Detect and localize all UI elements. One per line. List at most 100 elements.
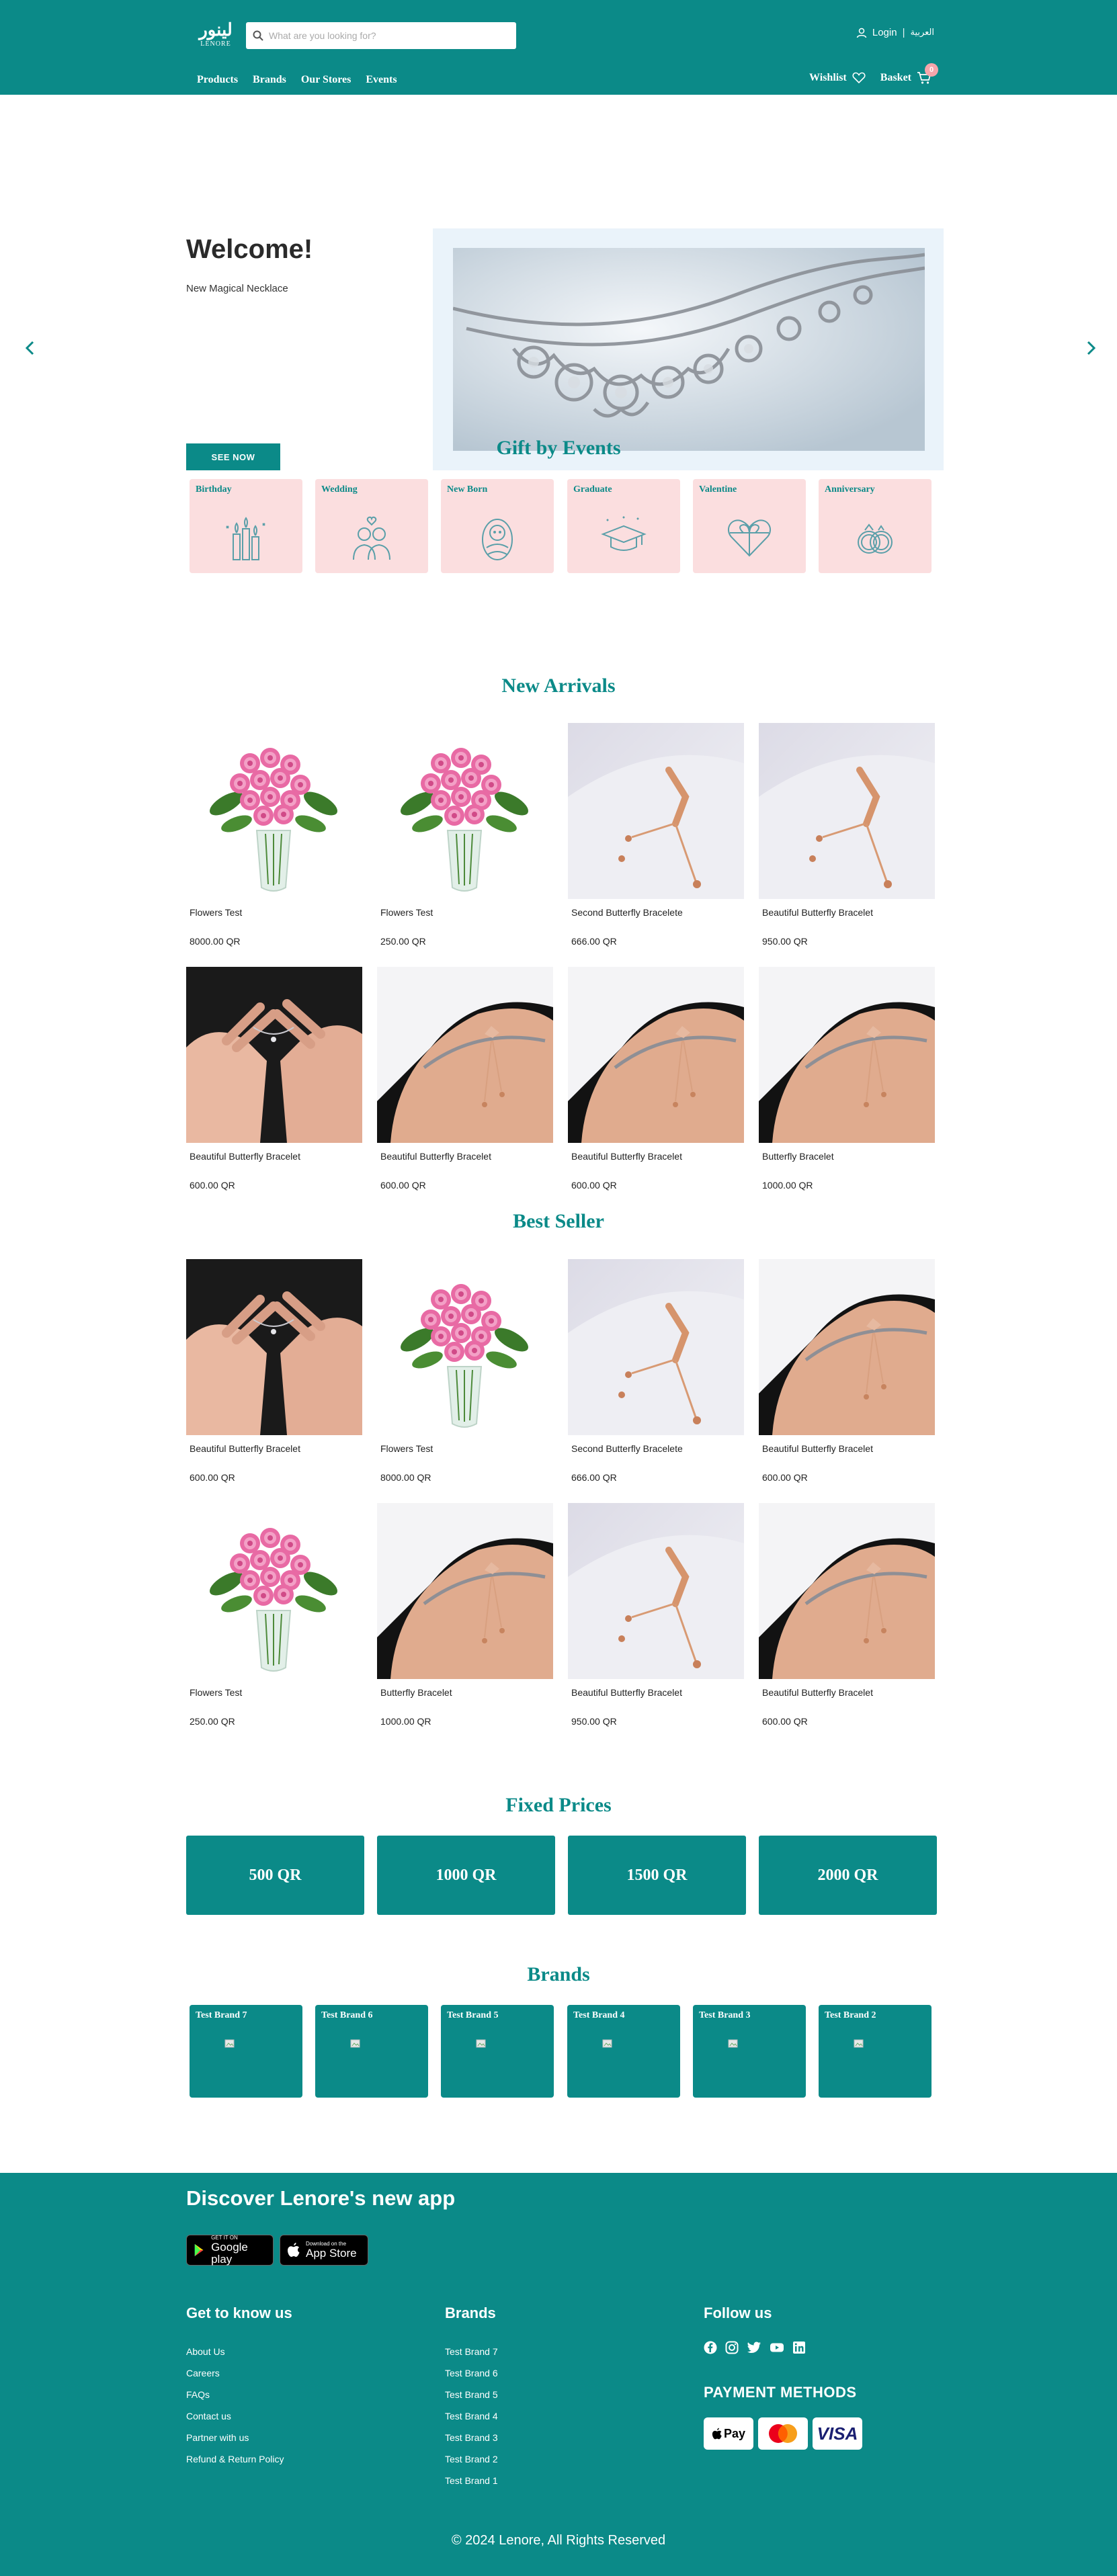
fixed-price-500[interactable]: 500 QR: [186, 1836, 364, 1915]
product-name[interactable]: Butterfly Bracelet: [380, 1687, 553, 1698]
app-store-badge[interactable]: Download on the App Store: [280, 2235, 368, 2266]
brand-card[interactable]: Test Brand 6: [315, 2005, 428, 2098]
product-card[interactable]: Beautiful Butterfly Bracelet 600.00 QR: [186, 1259, 362, 1483]
footer-brand-link[interactable]: Test Brand 6: [445, 2368, 498, 2378]
product-image[interactable]: [186, 723, 362, 899]
fixed-price-1500[interactable]: 1500 QR: [568, 1836, 746, 1915]
product-name[interactable]: Second Butterfly Bracelete: [571, 907, 744, 918]
brand-card[interactable]: Test Brand 7: [190, 2005, 302, 2098]
footer-brand-link[interactable]: Test Brand 7: [445, 2346, 498, 2357]
product-image[interactable]: [759, 1259, 935, 1435]
product-card[interactable]: Flowers Test 8000.00 QR: [186, 723, 362, 947]
search-input[interactable]: [269, 30, 511, 41]
product-card[interactable]: Flowers Test 250.00 QR: [186, 1503, 362, 1727]
event-label: Wedding: [321, 484, 358, 495]
footer-link-faqs[interactable]: FAQs: [186, 2389, 210, 2400]
footer-brand-link[interactable]: Test Brand 1: [445, 2475, 498, 2486]
product-card[interactable]: Butterfly Bracelet 1000.00 QR: [759, 967, 935, 1191]
product-name[interactable]: Flowers Test: [380, 907, 553, 918]
product-image[interactable]: [377, 967, 553, 1143]
event-valentine[interactable]: Valentine: [693, 479, 806, 573]
product-card[interactable]: Second Butterfly Bracelete 666.00 QR: [568, 1259, 744, 1483]
product-image[interactable]: [377, 1503, 553, 1679]
product-image[interactable]: [377, 1259, 553, 1435]
footer-brand-links: Test Brand 7 Test Brand 6 Test Brand 5 T…: [445, 2341, 498, 2491]
wishlist-link[interactable]: Wishlist: [809, 72, 866, 84]
linkedin-icon[interactable]: [792, 2341, 806, 2354]
event-anniversary[interactable]: Anniversary: [819, 479, 932, 573]
product-card[interactable]: Beautiful Butterfly Bracelet 600.00 QR: [377, 967, 553, 1191]
product-name[interactable]: Flowers Test: [190, 1687, 362, 1698]
product-image[interactable]: [568, 1503, 744, 1679]
footer-link-about[interactable]: About Us: [186, 2346, 225, 2357]
product-name[interactable]: Flowers Test: [380, 1443, 553, 1454]
product-card[interactable]: Second Butterfly Bracelete 666.00 QR: [568, 723, 744, 947]
product-name[interactable]: Second Butterfly Bracelete: [571, 1443, 744, 1454]
carousel-next-arrow[interactable]: [1081, 338, 1101, 358]
event-birthday[interactable]: Birthday: [190, 479, 302, 573]
product-name[interactable]: Beautiful Butterfly Bracelet: [762, 907, 935, 918]
product-card[interactable]: Beautiful Butterfly Bracelet 600.00 QR: [759, 1503, 935, 1727]
brand-card[interactable]: Test Brand 3: [693, 2005, 806, 2098]
product-image[interactable]: [759, 1503, 935, 1679]
footer-link-partner[interactable]: Partner with us: [186, 2432, 249, 2443]
product-name[interactable]: Beautiful Butterfly Bracelet: [762, 1687, 935, 1698]
product-name[interactable]: Flowers Test: [190, 907, 362, 918]
footer-link-careers[interactable]: Careers: [186, 2368, 220, 2378]
language-switch[interactable]: العربية: [910, 28, 934, 38]
event-wedding[interactable]: Wedding: [315, 479, 428, 573]
product-card[interactable]: Beautiful Butterfly Bracelet 600.00 QR: [568, 967, 744, 1191]
product-card[interactable]: Flowers Test 8000.00 QR: [377, 1259, 553, 1483]
footer-brand-link[interactable]: Test Brand 3: [445, 2432, 498, 2443]
product-image[interactable]: [186, 1259, 362, 1435]
brand-card[interactable]: Test Brand 4: [567, 2005, 680, 2098]
hero-necklace-image[interactable]: [453, 248, 925, 451]
product-image[interactable]: [377, 723, 553, 899]
product-image[interactable]: [186, 967, 362, 1143]
youtube-icon[interactable]: [770, 2341, 784, 2354]
carousel-prev-arrow[interactable]: [20, 338, 40, 358]
product-name[interactable]: Beautiful Butterfly Bracelet: [190, 1151, 362, 1162]
product-card[interactable]: Beautiful Butterfly Bracelet 600.00 QR: [759, 1259, 935, 1483]
event-new-born[interactable]: New Born: [441, 479, 554, 573]
facebook-icon[interactable]: [704, 2341, 717, 2354]
site-logo[interactable]: لينور LENORE: [196, 20, 235, 48]
product-name[interactable]: Beautiful Butterfly Bracelet: [762, 1443, 935, 1454]
nav-brands[interactable]: Brands: [253, 74, 286, 86]
footer-link-contact[interactable]: Contact us: [186, 2411, 231, 2421]
product-image[interactable]: [759, 967, 935, 1143]
nav-events[interactable]: Events: [366, 74, 397, 86]
login-link[interactable]: Login: [872, 27, 897, 38]
product-card[interactable]: Butterfly Bracelet 1000.00 QR: [377, 1503, 553, 1727]
footer-brand-link[interactable]: Test Brand 2: [445, 2454, 498, 2464]
event-graduate[interactable]: Graduate: [567, 479, 680, 573]
product-name[interactable]: Beautiful Butterfly Bracelet: [571, 1687, 744, 1698]
product-image[interactable]: [568, 1259, 744, 1435]
payment-methods-title: PAYMENT METHODS: [704, 2384, 857, 2401]
product-image[interactable]: [759, 723, 935, 899]
nav-products[interactable]: Products: [197, 74, 238, 86]
brand-card[interactable]: Test Brand 2: [819, 2005, 932, 2098]
product-image[interactable]: [568, 967, 744, 1143]
product-card[interactable]: Beautiful Butterfly Bracelet 950.00 QR: [568, 1503, 744, 1727]
fixed-price-1000[interactable]: 1000 QR: [377, 1836, 555, 1915]
footer-brand-link[interactable]: Test Brand 5: [445, 2389, 498, 2400]
product-image[interactable]: [186, 1503, 362, 1679]
footer-link-refund[interactable]: Refund & Return Policy: [186, 2454, 284, 2464]
basket-link[interactable]: Basket 0: [880, 63, 938, 85]
product-name[interactable]: Beautiful Butterfly Bracelet: [190, 1443, 362, 1454]
fixed-price-2000[interactable]: 2000 QR: [759, 1836, 937, 1915]
product-card[interactable]: Flowers Test 250.00 QR: [377, 723, 553, 947]
product-name[interactable]: Butterfly Bracelet: [762, 1151, 935, 1162]
google-play-badge[interactable]: GET IT ON Google play: [186, 2235, 274, 2266]
product-image[interactable]: [568, 723, 744, 899]
instagram-icon[interactable]: [725, 2341, 739, 2354]
footer-brand-link[interactable]: Test Brand 4: [445, 2411, 498, 2421]
brand-card[interactable]: Test Brand 5: [441, 2005, 554, 2098]
product-card[interactable]: Beautiful Butterfly Bracelet 950.00 QR: [759, 723, 935, 947]
product-name[interactable]: Beautiful Butterfly Bracelet: [380, 1151, 553, 1162]
nav-our-stores[interactable]: Our Stores: [301, 74, 351, 86]
product-card[interactable]: Beautiful Butterfly Bracelet 600.00 QR: [186, 967, 362, 1191]
twitter-icon[interactable]: [747, 2341, 761, 2354]
product-name[interactable]: Beautiful Butterfly Bracelet: [571, 1151, 744, 1162]
